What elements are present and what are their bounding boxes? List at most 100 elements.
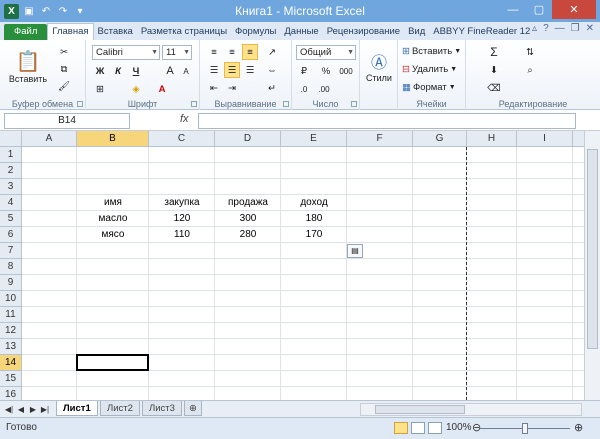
cell-c6[interactable]: 110	[149, 227, 215, 243]
column-header-e[interactable]: E	[281, 131, 347, 147]
font-name-select[interactable]: Calibri ▼	[92, 45, 160, 60]
copy-icon[interactable]: ⧉	[56, 61, 72, 77]
thousands-button[interactable]: 000	[336, 63, 356, 79]
insert-sheet-icon[interactable]: ⊕	[184, 401, 202, 416]
align-right-icon[interactable]: ☰	[242, 62, 258, 78]
row-header-13[interactable]: 13	[0, 339, 22, 355]
cell-e5[interactable]: 180	[281, 211, 347, 227]
cell-d4[interactable]: продажа	[215, 195, 281, 211]
bold-button[interactable]: Ж	[92, 63, 108, 79]
align-bottom-icon[interactable]: ≡	[242, 44, 258, 60]
wrap-text-icon[interactable]: ↵	[264, 80, 280, 96]
percent-button[interactable]: %	[318, 63, 334, 79]
sort-filter-icon[interactable]: ⇅	[522, 44, 538, 60]
horizontal-scroll-thumb[interactable]	[375, 405, 465, 414]
next-sheet-icon[interactable]: ▶	[28, 403, 38, 416]
font-size-select[interactable]: 11 ▼	[162, 45, 192, 60]
row-header-6[interactable]: 6	[0, 227, 22, 243]
row-header-9[interactable]: 9	[0, 275, 22, 291]
zoom-slider-handle[interactable]	[522, 423, 528, 434]
excel-logo-icon[interactable]: X	[4, 3, 19, 19]
maximize-icon[interactable]: ▢	[526, 0, 552, 19]
sheet-tab-1[interactable]: Лист1	[56, 401, 98, 416]
insert-cells-button[interactable]: ⊞ Вставить ▼	[402, 44, 461, 59]
select-all-corner[interactable]	[0, 131, 22, 147]
row-header-15[interactable]: 15	[0, 371, 22, 387]
increase-indent-icon[interactable]: ⇥	[224, 80, 240, 96]
shrink-font-button[interactable]: A	[178, 63, 194, 79]
sheet-tab-2[interactable]: Лист2	[100, 401, 140, 416]
cell-d5[interactable]: 300	[215, 211, 281, 227]
cell-c4[interactable]: закупка	[149, 195, 215, 211]
active-cell-border[interactable]	[76, 354, 149, 371]
page-break-view-icon[interactable]	[428, 422, 442, 434]
sheet-tab-3[interactable]: Лист3	[142, 401, 182, 416]
minimize-icon[interactable]: —	[500, 0, 526, 19]
tab-page-layout[interactable]: Разметка страницы	[137, 24, 231, 40]
font-launcher-icon[interactable]	[191, 101, 197, 107]
align-top-icon[interactable]: ≡	[206, 44, 222, 60]
vertical-scrollbar[interactable]	[584, 131, 600, 400]
row-header-1[interactable]: 1	[0, 147, 22, 163]
redo-icon[interactable]: ↷	[56, 4, 70, 18]
tab-abbyy[interactable]: ABBYY FineReader 12	[429, 24, 534, 40]
cell-b4[interactable]: имя	[77, 195, 149, 211]
paste-button[interactable]: 📋 Вставить	[8, 44, 48, 88]
prev-sheet-icon[interactable]: ◀	[16, 403, 26, 416]
column-header-i[interactable]: I	[517, 131, 573, 147]
orientation-icon[interactable]: ↗	[264, 44, 280, 60]
row-header-12[interactable]: 12	[0, 323, 22, 339]
vertical-scroll-thumb[interactable]	[587, 149, 598, 349]
grow-font-button[interactable]: A	[162, 63, 178, 79]
find-select-icon[interactable]: ⌕	[522, 62, 538, 78]
underline-button[interactable]: Ч	[128, 63, 144, 79]
horizontal-scrollbar[interactable]	[360, 403, 582, 416]
zoom-in-icon[interactable]: ⊕	[574, 421, 583, 434]
number-format-select[interactable]: Общий ▼	[296, 45, 356, 60]
delete-cells-button[interactable]: ⊟ Удалить ▼	[402, 62, 457, 77]
cell-b5[interactable]: масло	[77, 211, 149, 227]
row-header-16[interactable]: 16	[0, 387, 22, 400]
normal-view-icon[interactable]	[394, 422, 408, 434]
cell-c5[interactable]: 120	[149, 211, 215, 227]
cut-icon[interactable]: ✂	[56, 44, 72, 60]
help-icon[interactable]: ?	[543, 23, 549, 34]
autosum-button[interactable]: Σ	[486, 44, 502, 60]
decrease-indent-icon[interactable]: ⇤	[206, 80, 222, 96]
column-header-b[interactable]: B	[77, 131, 149, 147]
styles-button[interactable]: Ⓐ Стили	[362, 44, 396, 88]
cell-e4[interactable]: доход	[281, 195, 347, 211]
tab-insert[interactable]: Вставка	[94, 24, 137, 40]
page-layout-view-icon[interactable]	[411, 422, 425, 434]
row-header-3[interactable]: 3	[0, 179, 22, 195]
merge-center-icon[interactable]: ⇔	[264, 62, 280, 78]
workbook-close-icon[interactable]: ✕	[586, 23, 594, 34]
save-icon[interactable]: ▣	[22, 4, 36, 18]
zoom-level[interactable]: 100%	[446, 422, 472, 433]
row-header-2[interactable]: 2	[0, 163, 22, 179]
format-cells-button[interactable]: ▦ Формат ▼	[402, 80, 456, 95]
align-left-icon[interactable]: ☰	[206, 62, 222, 78]
column-header-g[interactable]: G	[413, 131, 467, 147]
insert-function-button[interactable]: fx	[180, 113, 189, 125]
row-header-8[interactable]: 8	[0, 259, 22, 275]
clipboard-launcher-icon[interactable]	[77, 101, 83, 107]
row-header-4[interactable]: 4	[0, 195, 22, 211]
tab-review[interactable]: Рецензирование	[323, 24, 404, 40]
undo-icon[interactable]: ↶	[39, 4, 53, 18]
row-header-14[interactable]: 14	[0, 355, 22, 371]
row-header-5[interactable]: 5	[0, 211, 22, 227]
format-painter-icon[interactable]: 🖌	[56, 78, 72, 94]
font-color-button[interactable]: A	[154, 81, 170, 97]
tab-file[interactable]: Файл	[4, 24, 48, 40]
cell-area[interactable]: имя закупка продажа доход масло 120 300 180 мясо…	[22, 147, 584, 400]
tab-home[interactable]: Главная	[47, 23, 94, 40]
name-box[interactable]: B14	[4, 113, 130, 129]
first-sheet-icon[interactable]: ◀|	[4, 403, 14, 416]
qat-customize-icon[interactable]: ▾	[73, 4, 87, 18]
last-sheet-icon[interactable]: ▶|	[40, 403, 50, 416]
cell-b6[interactable]: мясо	[77, 227, 149, 243]
tab-view[interactable]: Вид	[404, 24, 429, 40]
formula-input[interactable]	[198, 113, 576, 129]
increase-decimal-icon[interactable]: .0	[296, 81, 312, 97]
